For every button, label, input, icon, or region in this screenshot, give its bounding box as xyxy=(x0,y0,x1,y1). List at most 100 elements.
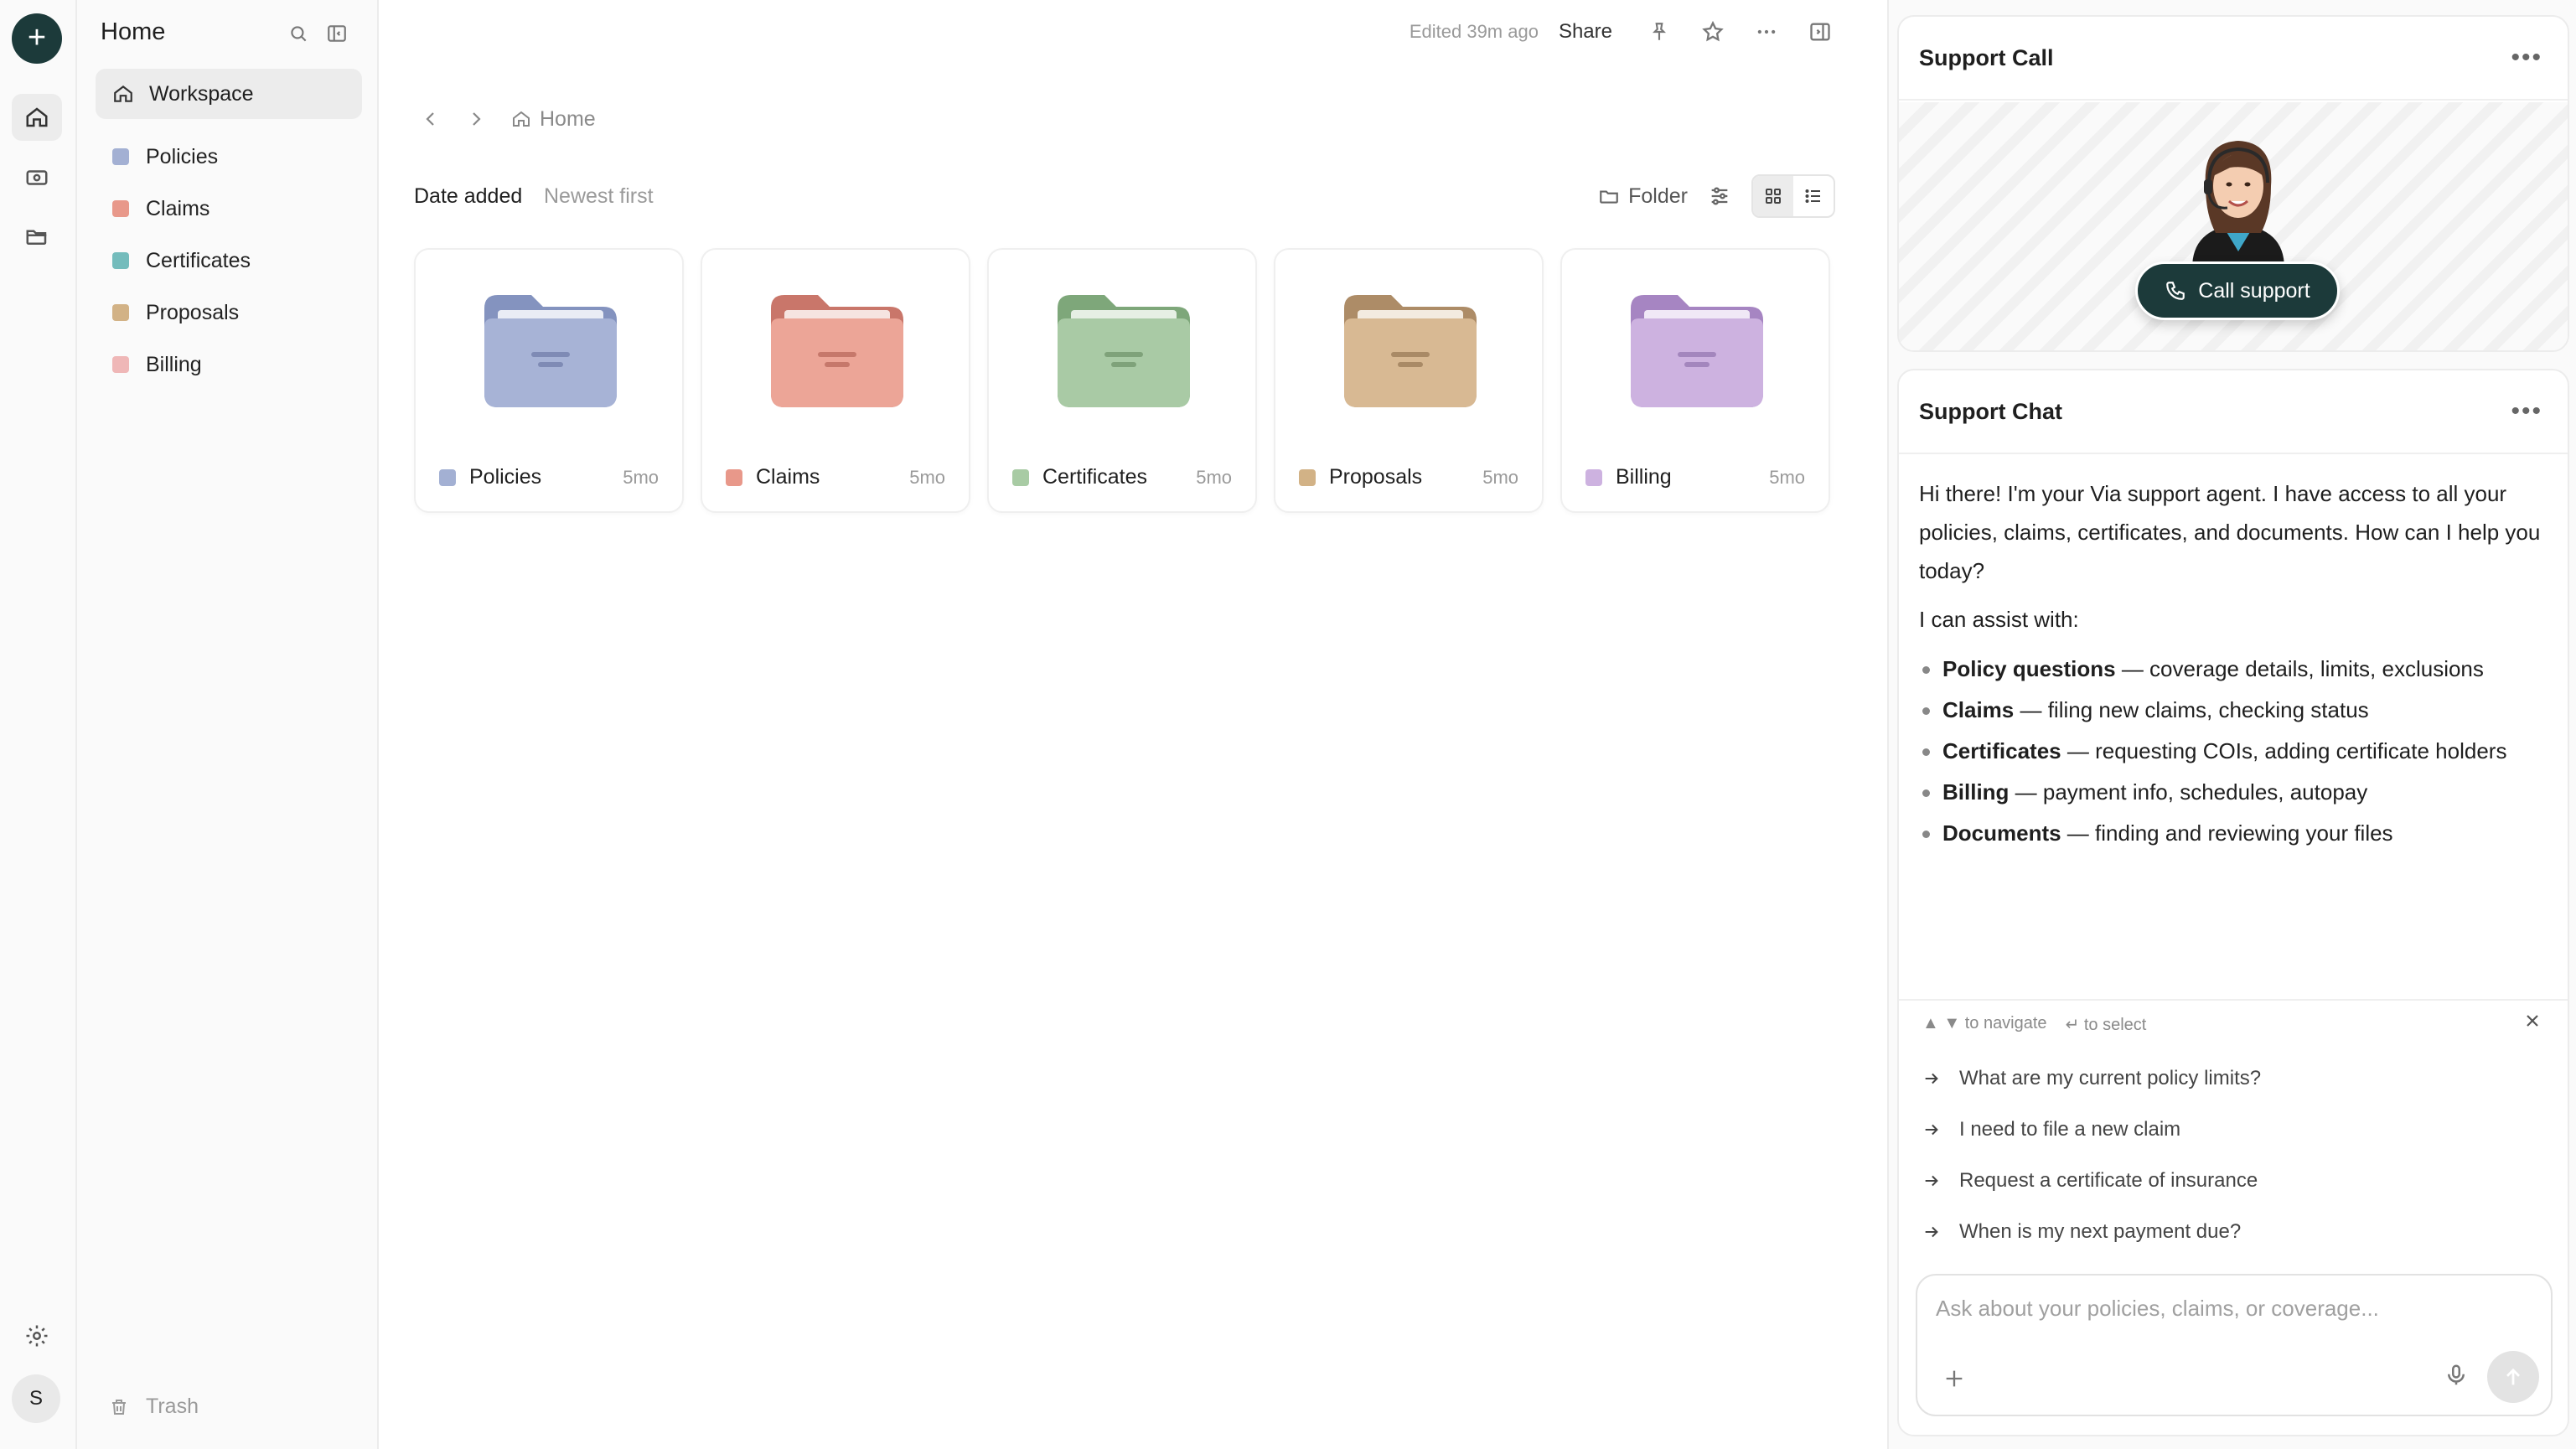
suggestion-item[interactable]: Request a certificate of insurance xyxy=(1922,1155,2542,1206)
new-button[interactable]: + xyxy=(12,13,62,64)
home-nav-button[interactable] xyxy=(12,94,62,141)
send-button[interactable] xyxy=(2487,1351,2539,1403)
sidebar-item-claims[interactable]: Claims xyxy=(96,183,362,235)
folder-color-swatch xyxy=(1585,468,1602,486)
arrow-up-icon xyxy=(2506,1368,2520,1385)
sidebar-header: Home xyxy=(77,0,377,67)
suggestion-text: When is my next payment due? xyxy=(1959,1219,2242,1243)
folder-card-age: 5mo xyxy=(1769,466,1805,488)
sort-order-button[interactable]: Newest first xyxy=(544,184,654,209)
sidebar-search-button[interactable] xyxy=(285,20,312,47)
folder-card-name: Billing xyxy=(1616,465,1672,489)
chevron-right-icon[interactable] xyxy=(466,109,486,129)
close-suggestions-button[interactable] xyxy=(2522,1009,2542,1038)
sidebar: Home Workspace Policies Claims Certifica… xyxy=(77,0,379,1449)
folder-card-footer: Proposals 5mo xyxy=(1299,465,1518,489)
support-chat-more-button[interactable]: ••• xyxy=(2511,397,2542,426)
folder-card-name: Certificates xyxy=(1042,465,1148,489)
sidebar-item-proposals[interactable]: Proposals xyxy=(96,287,362,339)
folder-card-billing[interactable]: Billing 5mo xyxy=(1560,248,1830,513)
top-bar: Edited 39m ago Share xyxy=(1049,0,1887,64)
folder-icon xyxy=(1058,295,1190,407)
home-icon xyxy=(513,111,530,127)
icon-rail: + S xyxy=(0,0,77,1449)
list-item: Policy questions — coverage details, lim… xyxy=(1919,649,2556,690)
folder-card-footer: Certificates 5mo xyxy=(1012,465,1232,489)
chevron-left-icon[interactable] xyxy=(421,109,441,129)
grid-view-button[interactable] xyxy=(1753,176,1793,216)
suggestion-item[interactable]: When is my next payment due? xyxy=(1922,1206,2542,1257)
user-avatar[interactable]: S xyxy=(12,1374,60,1423)
support-call-more-button[interactable]: ••• xyxy=(2511,44,2542,72)
breadcrumb-home[interactable]: Home xyxy=(511,107,596,132)
close-icon xyxy=(2527,1015,2538,1027)
toolbar-actions: Folder xyxy=(1598,173,1835,220)
keyboard-hints: ▲ ▼ to navigate ↵ to select xyxy=(1922,1014,2146,1035)
grid-icon xyxy=(1766,189,1781,204)
folder-color-swatch xyxy=(112,252,129,269)
collapse-sidebar-button[interactable] xyxy=(323,20,350,47)
folder-card-footer: Policies 5mo xyxy=(439,465,659,489)
capability-detail: — requesting COIs, adding certificate ho… xyxy=(2061,738,2507,763)
microphone-icon xyxy=(2448,1364,2465,1385)
list-item: Certificates — requesting COIs, adding c… xyxy=(1919,731,2556,772)
folder-grid: Policies 5mo Claims 5mo Certificates 5mo… xyxy=(414,248,1830,513)
sidebar-item-label: Workspace xyxy=(149,81,254,106)
capability-topic: Billing xyxy=(1942,779,2010,805)
billing-nav-button[interactable] xyxy=(12,154,62,201)
support-chat-title: Support Chat xyxy=(1919,399,2062,424)
sliders-icon xyxy=(1711,187,1728,205)
call-support-button[interactable]: Call support xyxy=(2135,261,2340,320)
select-hint: ↵ to select xyxy=(2065,1016,2147,1034)
support-call-body: Call support xyxy=(1899,102,2568,350)
settings-button[interactable] xyxy=(12,1312,62,1359)
sort-field-button[interactable]: Date added xyxy=(414,184,522,209)
sidebar-item-label: Billing xyxy=(146,352,202,376)
folder-color-swatch xyxy=(112,200,129,217)
sidebar-item-certificates[interactable]: Certificates xyxy=(96,235,362,287)
voice-input-button[interactable] xyxy=(2444,1363,2469,1392)
attach-button[interactable] xyxy=(1942,1363,1966,1398)
phone-icon xyxy=(2166,282,2185,300)
capability-list: Policy questions — coverage details, lim… xyxy=(1919,649,2556,854)
plus-icon xyxy=(1946,1370,1963,1387)
toggle-right-panel-button[interactable] xyxy=(1803,15,1837,49)
share-button[interactable]: Share xyxy=(1559,20,1612,44)
breadcrumb: Home xyxy=(421,102,596,136)
files-nav-button[interactable] xyxy=(12,213,62,260)
folder-card-proposals[interactable]: Proposals 5mo xyxy=(1274,248,1544,513)
pin-icon xyxy=(1652,23,1667,40)
filter-button[interactable] xyxy=(1701,178,1738,215)
more-options-button[interactable] xyxy=(1750,15,1783,49)
folder-card-claims[interactable]: Claims 5mo xyxy=(701,248,970,513)
new-folder-button[interactable]: Folder xyxy=(1598,184,1688,209)
arrow-right-icon xyxy=(1925,1124,1938,1135)
folder-color-swatch xyxy=(112,148,129,165)
suggestion-item[interactable]: What are my current policy limits? xyxy=(1922,1053,2542,1104)
gear-icon xyxy=(26,1325,48,1347)
folder-card-certificates[interactable]: Certificates 5mo xyxy=(987,248,1257,513)
suggestion-text: Request a certificate of insurance xyxy=(1959,1168,2258,1192)
sidebar-item-workspace[interactable]: Workspace xyxy=(96,69,362,119)
favorite-button[interactable] xyxy=(1696,15,1730,49)
capability-topic: Documents xyxy=(1942,820,2061,846)
chat-input[interactable]: Ask about your policies, claims, or cove… xyxy=(1936,1296,2379,1322)
pin-button[interactable] xyxy=(1642,15,1676,49)
sidebar-item-billing[interactable]: Billing xyxy=(96,339,362,391)
list-view-button[interactable] xyxy=(1793,176,1834,216)
sidebar-item-label: Policies xyxy=(146,144,219,168)
view-toggle xyxy=(1751,174,1835,218)
list-icon xyxy=(1805,189,1820,203)
money-icon xyxy=(26,170,48,185)
folder-color-swatch xyxy=(1012,468,1029,486)
call-support-label: Call support xyxy=(2198,278,2310,303)
more-horizontal-icon xyxy=(1757,29,1776,34)
capability-detail: — coverage details, limits, exclusions xyxy=(2115,656,2484,681)
folder-card-age: 5mo xyxy=(1482,466,1518,488)
sidebar-item-policies[interactable]: Policies xyxy=(96,131,362,183)
folder-card-policies[interactable]: Policies 5mo xyxy=(414,248,684,513)
suggestion-item[interactable]: I need to file a new claim xyxy=(1922,1104,2542,1155)
folder-icon xyxy=(771,295,903,407)
sidebar-item-trash[interactable]: Trash xyxy=(109,1395,199,1419)
home-icon xyxy=(26,107,48,127)
